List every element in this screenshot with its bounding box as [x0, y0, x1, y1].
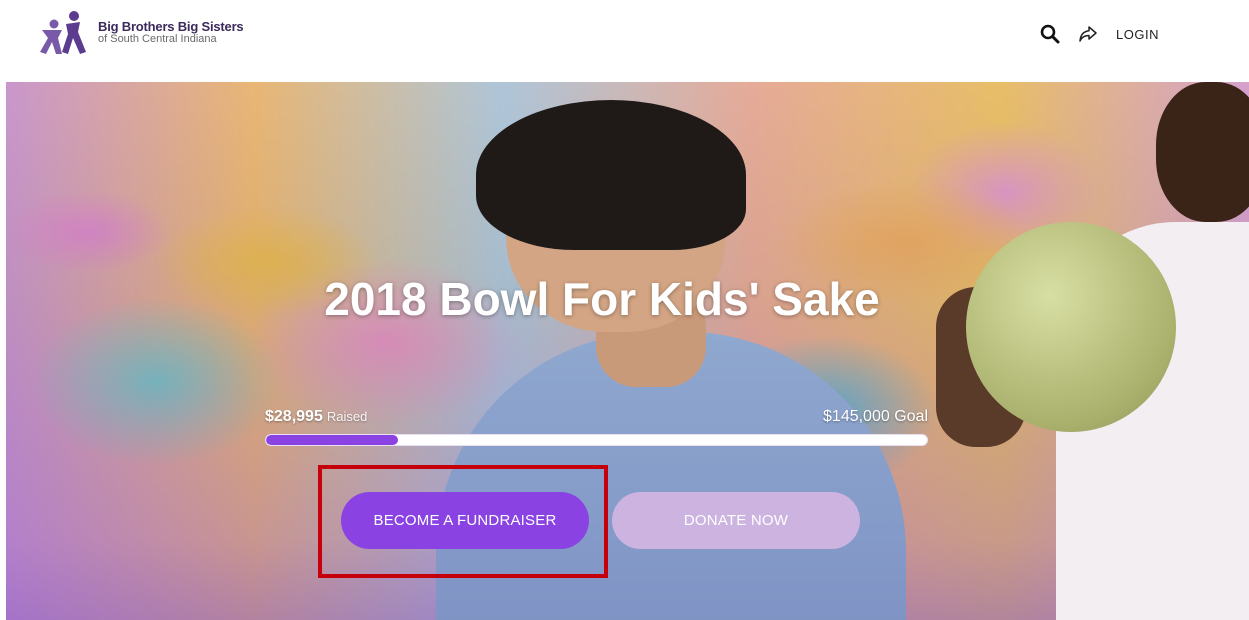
- org-subtitle: of South Central Indiana: [98, 33, 217, 45]
- logo[interactable]: Big Brothers Big Sisters of South Centra…: [36, 8, 244, 58]
- fundraising-progress: $28,995 Raised $145,000 Goal: [265, 408, 928, 446]
- share-icon: [1079, 26, 1097, 42]
- hero-photo-hair: [476, 100, 746, 250]
- share-button[interactable]: [1076, 22, 1100, 46]
- logo-text: Big Brothers Big Sisters of South Centra…: [98, 19, 244, 46]
- page-title: 2018 Bowl For Kids' Sake: [324, 273, 880, 325]
- search-button[interactable]: [1038, 22, 1062, 46]
- donate-now-button[interactable]: DONATE NOW: [612, 492, 860, 549]
- header-actions: LOGIN: [1038, 22, 1159, 46]
- raised-amount: $28,995: [265, 408, 323, 425]
- raised-group: $28,995 Raised: [265, 408, 367, 426]
- search-icon: [1040, 24, 1060, 44]
- site-header: Big Brothers Big Sisters of South Centra…: [0, 0, 1249, 82]
- goal-amount: $145,000 Goal: [823, 408, 928, 425]
- hero-photo-bowling-ball: [966, 222, 1176, 432]
- progress-bar-fill: [266, 435, 399, 445]
- hero-banner: 2018 Bowl For Kids' Sake $28,995 Raised $…: [6, 82, 1249, 620]
- highlight-box: [318, 465, 608, 578]
- logo-figures-icon: [40, 11, 86, 54]
- cta-buttons: BECOME A FUNDRAISER DONATE NOW: [6, 492, 1249, 552]
- login-link[interactable]: LOGIN: [1116, 27, 1159, 42]
- progress-bar: [265, 434, 928, 446]
- hero-photo-kid-head: [1156, 82, 1249, 222]
- org-name: Big Brothers Big Sisters: [98, 19, 244, 34]
- raised-label: Raised: [326, 409, 368, 424]
- progress-labels: $28,995 Raised $145,000 Goal: [265, 408, 928, 426]
